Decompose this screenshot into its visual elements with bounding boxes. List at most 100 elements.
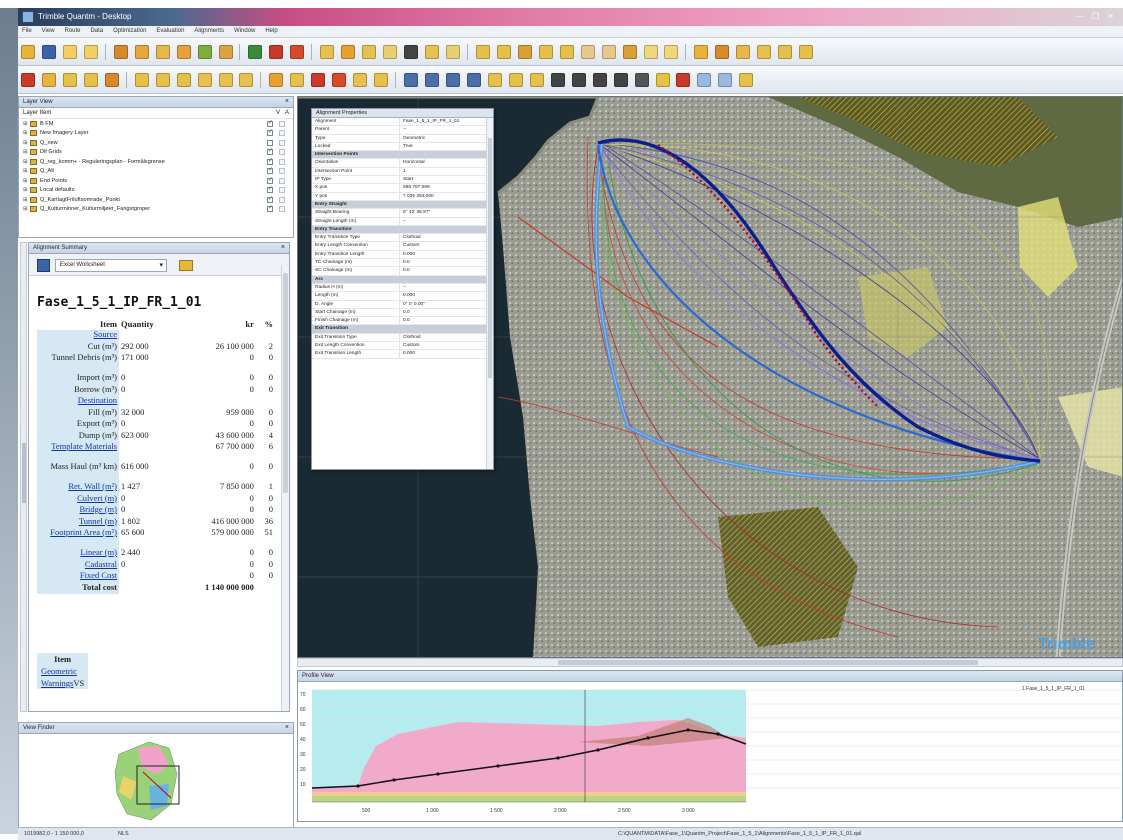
property-row[interactable]: Exit Transition Length 0.000 xyxy=(312,350,493,359)
property-value[interactable]: Start xyxy=(400,176,493,183)
table-icon[interactable] xyxy=(592,73,607,87)
edit-icon[interactable] xyxy=(799,45,814,59)
row-label[interactable]: Destination xyxy=(37,395,119,408)
layer-active-checkbox[interactable] xyxy=(279,187,285,194)
layer-visible-checkbox[interactable] xyxy=(267,176,273,184)
layer-item[interactable]: ⊞ Q_Alt xyxy=(19,166,293,177)
item-link[interactable]: Geometric xyxy=(41,666,77,676)
property-value[interactable]: Clothoid xyxy=(400,334,493,341)
minus-icon[interactable] xyxy=(697,73,712,87)
highlight-icon[interactable] xyxy=(269,73,284,87)
expand-icon[interactable]: ⊞ xyxy=(23,149,30,155)
layer-active-checkbox[interactable] xyxy=(279,206,285,213)
pencil-icon[interactable] xyxy=(622,45,637,59)
document-icon[interactable] xyxy=(778,45,793,59)
overview-minimap[interactable] xyxy=(19,734,293,827)
window-b-icon[interactable] xyxy=(218,73,233,87)
property-row[interactable]: Start Chainage (m) 0.0 xyxy=(312,308,493,318)
cross-icon[interactable] xyxy=(550,73,565,87)
property-value[interactable]: Geometric xyxy=(400,135,493,142)
property-row[interactable]: Orientation Horizontal xyxy=(312,159,493,168)
map-horizontal-scrollbar[interactable] xyxy=(297,658,1123,667)
property-row[interactable]: Intersection Point 1 xyxy=(312,167,493,177)
settings-icon[interactable] xyxy=(736,45,751,59)
undo-icon[interactable] xyxy=(62,45,77,59)
open-folder-icon[interactable] xyxy=(21,45,35,59)
pan-hand-icon[interactable] xyxy=(404,45,419,59)
property-row[interactable]: Exit Length Convention Custom xyxy=(312,342,493,351)
property-row[interactable]: Entry Transition Length 0.000 xyxy=(312,250,493,260)
property-value[interactable]: 0.000 xyxy=(400,251,493,258)
row-label[interactable]: Ret. Wall (m²) xyxy=(37,481,119,494)
menu-view[interactable]: View xyxy=(38,26,59,36)
property-row[interactable]: Alignment Fase_1_5_1_IP_FR_1_01 xyxy=(312,118,493,127)
lock-icon[interactable] xyxy=(694,45,709,59)
menu-alignments[interactable]: Alignments xyxy=(190,26,228,36)
zoom-extent-icon[interactable] xyxy=(383,45,398,59)
property-value[interactable]: 598 787,069 xyxy=(400,184,493,191)
road-icon[interactable] xyxy=(404,73,419,87)
layer-visible-checkbox[interactable] xyxy=(267,204,273,213)
layer-active-checkbox[interactable] xyxy=(279,177,285,184)
menu-window[interactable]: Window xyxy=(230,26,259,36)
wand-icon[interactable] xyxy=(655,73,670,87)
property-value[interactable]: 0.0 xyxy=(400,317,493,324)
arrow-right-icon[interactable] xyxy=(155,73,170,87)
layer-visible-checkbox[interactable] xyxy=(267,185,273,194)
property-row[interactable]: Entry Length Convention Custom xyxy=(312,242,493,251)
layer-item[interactable]: ⊞ Q_new xyxy=(19,138,293,148)
circle-icon[interactable] xyxy=(643,45,658,59)
menu-route[interactable]: Route xyxy=(60,26,84,36)
measure-icon[interactable] xyxy=(580,45,595,59)
property-value[interactable]: 7 035 254,000 xyxy=(400,193,493,200)
save-icon[interactable] xyxy=(37,259,50,272)
property-value[interactable]: -- xyxy=(400,126,493,133)
corridor-icon[interactable] xyxy=(134,45,149,59)
globe-icon[interactable] xyxy=(634,73,649,87)
properties-scrollbar[interactable] xyxy=(486,118,493,469)
export-format-select[interactable]: Excel Worksheet xyxy=(55,259,167,272)
property-value[interactable]: Clothoid xyxy=(400,234,493,241)
left-scrollbar[interactable] xyxy=(20,242,27,712)
property-row[interactable]: Y pos 7 035 254,000 xyxy=(312,192,493,201)
warning-icon[interactable] xyxy=(176,45,191,59)
property-value[interactable]: True xyxy=(400,143,493,150)
polyline-icon[interactable] xyxy=(290,73,305,87)
expand-icon[interactable]: ⊞ xyxy=(23,178,30,184)
property-row[interactable]: Entry Transition Type Clothoid xyxy=(312,234,493,243)
property-row[interactable]: X pos 598 787,069 xyxy=(312,184,493,193)
item-link[interactable]: Warnings xyxy=(41,678,73,688)
layer-visible-checkbox[interactable] xyxy=(267,128,273,137)
help-icon[interactable] xyxy=(155,45,170,59)
paint-icon[interactable] xyxy=(508,73,523,87)
split-icon[interactable] xyxy=(104,73,119,87)
zoom-previous-icon[interactable] xyxy=(425,45,440,59)
property-value[interactable]: 0° 0' 0.00" xyxy=(400,301,493,308)
arrow-left-icon[interactable] xyxy=(134,73,149,87)
layer-active-checkbox[interactable] xyxy=(279,158,285,165)
property-value[interactable]: 0.0 xyxy=(400,267,493,274)
property-row[interactable]: Length (m) 0.000 xyxy=(312,292,493,301)
layer-item[interactable]: ⊞ Local defaults xyxy=(19,185,293,196)
layer-item[interactable]: ⊞ B FM xyxy=(19,119,293,129)
menu-optimization[interactable]: Optimization xyxy=(109,26,150,36)
window-controls[interactable]: — ❐ ✕ xyxy=(1076,12,1117,21)
close-icon[interactable]: × xyxy=(285,98,289,105)
chart-icon[interactable] xyxy=(757,45,772,59)
layer-item[interactable]: ⊞ Q_Kulturminner_Kulturmiljøer_Fangstgrop… xyxy=(19,204,293,215)
layer-active-checkbox[interactable] xyxy=(279,168,285,175)
filter-icon[interactable] xyxy=(374,73,389,87)
property-value[interactable]: 6° 42' 36.97" xyxy=(400,209,493,216)
export-icon[interactable] xyxy=(496,45,511,59)
row-label[interactable]: Bridge (m) xyxy=(37,504,119,517)
save-icon[interactable] xyxy=(41,45,56,59)
redo-icon[interactable] xyxy=(83,45,98,59)
summary-scrollbar[interactable] xyxy=(281,265,289,711)
layer-item[interactable]: ⊞ Q_reg_komm+ - Reguleringsplan - Formåls… xyxy=(19,157,293,167)
layer-visible-checkbox[interactable] xyxy=(267,139,273,146)
close-icon[interactable]: × xyxy=(281,244,285,251)
expand-icon[interactable]: ⊞ xyxy=(23,197,30,203)
property-row[interactable]: Parent -- xyxy=(312,126,493,135)
property-row[interactable]: Finish Chainage (m) 0.0 xyxy=(312,317,493,326)
profile-icon[interactable] xyxy=(601,45,616,59)
